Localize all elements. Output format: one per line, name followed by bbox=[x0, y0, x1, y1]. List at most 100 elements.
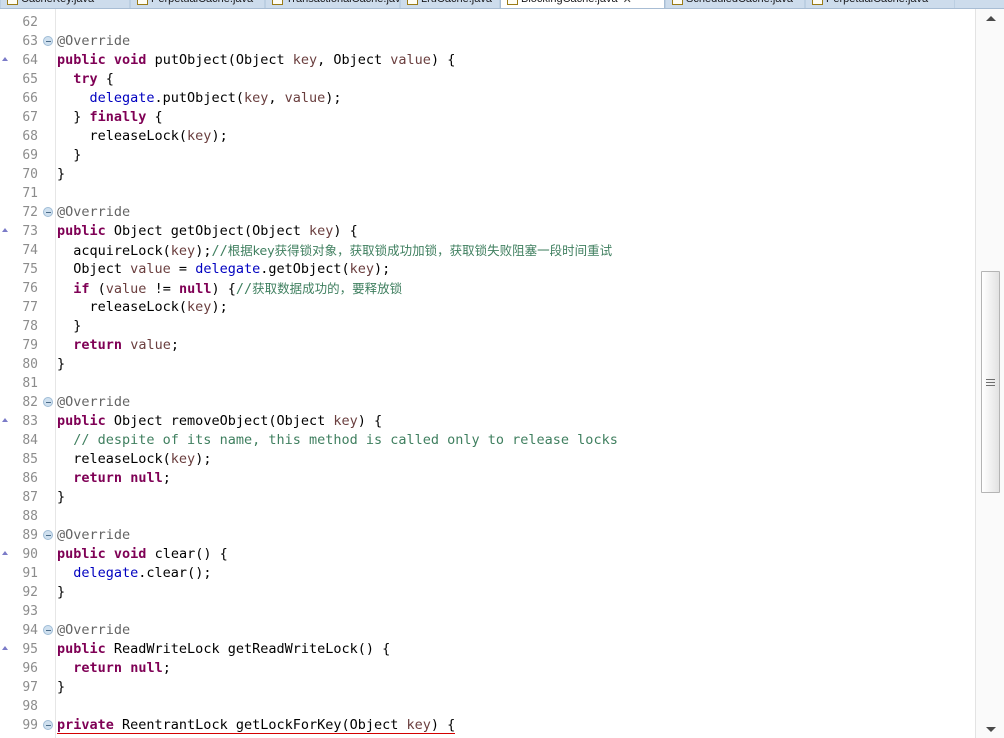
code-line[interactable]: } bbox=[57, 488, 65, 507]
code-line[interactable]: } bbox=[57, 583, 65, 602]
code-token-pl: , bbox=[268, 90, 285, 106]
override-indicator-icon[interactable] bbox=[2, 57, 8, 61]
overview-marker-strip[interactable] bbox=[0, 9, 10, 738]
code-line[interactable]: acquireLock(key);//根据key获得锁对象，获取锁成功加锁，获取… bbox=[57, 241, 612, 260]
code-line[interactable]: } bbox=[57, 146, 81, 165]
code-line[interactable]: try { bbox=[57, 70, 114, 89]
line-number: 67 bbox=[22, 110, 38, 125]
line-number: 88 bbox=[22, 509, 38, 524]
code-token-kw: private bbox=[57, 717, 114, 734]
override-indicator-icon[interactable] bbox=[2, 228, 8, 232]
code-token-ann: @Override bbox=[57, 394, 131, 410]
editor-tab-4[interactable]: BlockingCache.java ✕ bbox=[500, 0, 665, 8]
close-icon[interactable]: ✕ bbox=[623, 0, 632, 6]
code-token-pl: ReadWriteLock getReadWriteLock() { bbox=[105, 641, 391, 657]
code-line[interactable]: public void clear() { bbox=[57, 545, 228, 564]
code-token-pl: ) { bbox=[333, 223, 358, 239]
code-line[interactable]: private ReentrantLock getLockForKey(Obje… bbox=[57, 716, 456, 735]
line-number: 77 bbox=[22, 300, 38, 315]
fold-collapse-icon[interactable] bbox=[43, 397, 53, 407]
override-indicator-icon[interactable] bbox=[2, 646, 8, 650]
code-line[interactable]: return null; bbox=[57, 469, 171, 488]
code-line[interactable]: public ReadWriteLock getReadWriteLock() … bbox=[57, 640, 390, 659]
editor-tab-3[interactable]: LruCache.java bbox=[400, 0, 500, 8]
code-token-kw: if bbox=[73, 281, 90, 297]
code-line[interactable]: return value; bbox=[57, 336, 179, 355]
code-line[interactable]: @Override bbox=[57, 526, 130, 545]
line-number: 76 bbox=[22, 281, 38, 296]
override-indicator-icon[interactable] bbox=[2, 418, 8, 422]
editor-tab-5[interactable]: ScheduledCache.java bbox=[665, 0, 805, 8]
code-token-pl: } bbox=[57, 356, 66, 372]
code-token-ann: @Override bbox=[57, 622, 131, 638]
code-token-par: key bbox=[406, 717, 431, 734]
code-line[interactable]: releaseLock(key); bbox=[57, 127, 228, 146]
code-token-pl: } bbox=[57, 166, 66, 182]
line-number: 83 bbox=[22, 414, 38, 429]
code-line[interactable]: } bbox=[57, 678, 65, 697]
code-editor[interactable]: 62 63 64 65 66 67 68 69 70 71 72 73 74 75 76 77 78 79 80 81… bbox=[0, 9, 1004, 738]
code-line[interactable]: releaseLock(key); bbox=[57, 450, 211, 469]
code-token-ann: @Override bbox=[57, 33, 131, 49]
code-token-pl: ); bbox=[195, 451, 212, 467]
code-token-cmtcjk: 根据key获得锁对象，获取锁成功加锁，获取锁失败阻塞一段时间重试 bbox=[227, 243, 613, 258]
code-token-kw: public bbox=[57, 413, 106, 429]
code-line[interactable]: delegate.putObject(key, value); bbox=[57, 89, 342, 108]
code-line[interactable]: Object value = delegate.getObject(key); bbox=[57, 260, 390, 279]
code-token-cmt: // bbox=[211, 243, 228, 259]
code-line[interactable]: if (value != null) {//获取数据成功的，要释放锁 bbox=[57, 279, 402, 298]
fold-collapse-icon[interactable] bbox=[43, 625, 53, 635]
code-token-kw: void bbox=[113, 546, 147, 562]
scroll-up-arrow[interactable] bbox=[976, 9, 1004, 27]
code-line[interactable]: @Override bbox=[57, 203, 130, 222]
java-file-icon bbox=[812, 0, 823, 5]
code-line[interactable]: delegate.clear(); bbox=[57, 564, 211, 583]
code-line[interactable]: public Object getObject(Object key) { bbox=[57, 222, 358, 241]
editor-tab-2[interactable]: TransactionalCache.java bbox=[265, 0, 407, 8]
code-token-pl: ) { bbox=[357, 413, 383, 429]
fold-collapse-icon[interactable] bbox=[43, 530, 53, 540]
scrollbar-thumb[interactable] bbox=[981, 271, 1000, 493]
code-line[interactable]: } bbox=[57, 355, 65, 374]
code-token-pl: { bbox=[97, 71, 114, 87]
override-indicator-icon[interactable] bbox=[2, 551, 8, 555]
code-token-par: value bbox=[130, 261, 171, 277]
fold-collapse-icon[interactable] bbox=[43, 720, 53, 730]
code-token-kw: try bbox=[73, 71, 98, 87]
line-number: 68 bbox=[22, 129, 38, 144]
code-token-pl: = bbox=[170, 261, 196, 277]
code-token-par: value bbox=[130, 337, 171, 353]
line-number: 98 bbox=[22, 699, 38, 714]
code-line[interactable]: return null; bbox=[57, 659, 171, 678]
scroll-down-arrow[interactable] bbox=[976, 720, 1004, 738]
editor-tab-label: LruCache.java bbox=[421, 0, 492, 5]
line-number: 81 bbox=[22, 376, 38, 391]
code-line[interactable]: @Override bbox=[57, 621, 130, 640]
code-text-area[interactable]: @Override public void putObject(Object ke… bbox=[57, 9, 975, 738]
code-line[interactable]: } bbox=[57, 165, 65, 184]
code-line[interactable]: } finally { bbox=[57, 108, 162, 127]
fold-collapse-icon[interactable] bbox=[43, 36, 53, 46]
vertical-scrollbar[interactable] bbox=[975, 9, 1004, 738]
editor-tab-1[interactable]: PerpetualCache.java bbox=[130, 0, 265, 8]
code-line[interactable]: // despite of its name, this method is c… bbox=[57, 431, 618, 450]
code-line[interactable]: @Override bbox=[57, 393, 130, 412]
fold-collapse-icon[interactable] bbox=[43, 207, 53, 217]
code-line[interactable]: public void putObject(Object key, Object… bbox=[57, 51, 455, 70]
editor-tab-0[interactable]: CacheKey.java bbox=[0, 0, 130, 8]
code-token-pl: ( bbox=[89, 281, 106, 297]
editor-tab-6[interactable]: PerpetualCache.java bbox=[805, 0, 955, 8]
code-line[interactable]: releaseLock(key); bbox=[57, 298, 228, 317]
code-line[interactable]: public Object removeObject(Object key) { bbox=[57, 412, 382, 431]
code-line[interactable]: @Override bbox=[57, 32, 130, 51]
code-line[interactable]: } bbox=[57, 317, 81, 336]
line-number-gutter[interactable]: 62 63 64 65 66 67 68 69 70 71 72 73 74 75 76 77 78 79 80 81… bbox=[10, 9, 56, 738]
code-token-pl: } bbox=[57, 147, 82, 163]
line-number: 72 bbox=[22, 205, 38, 220]
code-token-par: value bbox=[284, 90, 326, 106]
